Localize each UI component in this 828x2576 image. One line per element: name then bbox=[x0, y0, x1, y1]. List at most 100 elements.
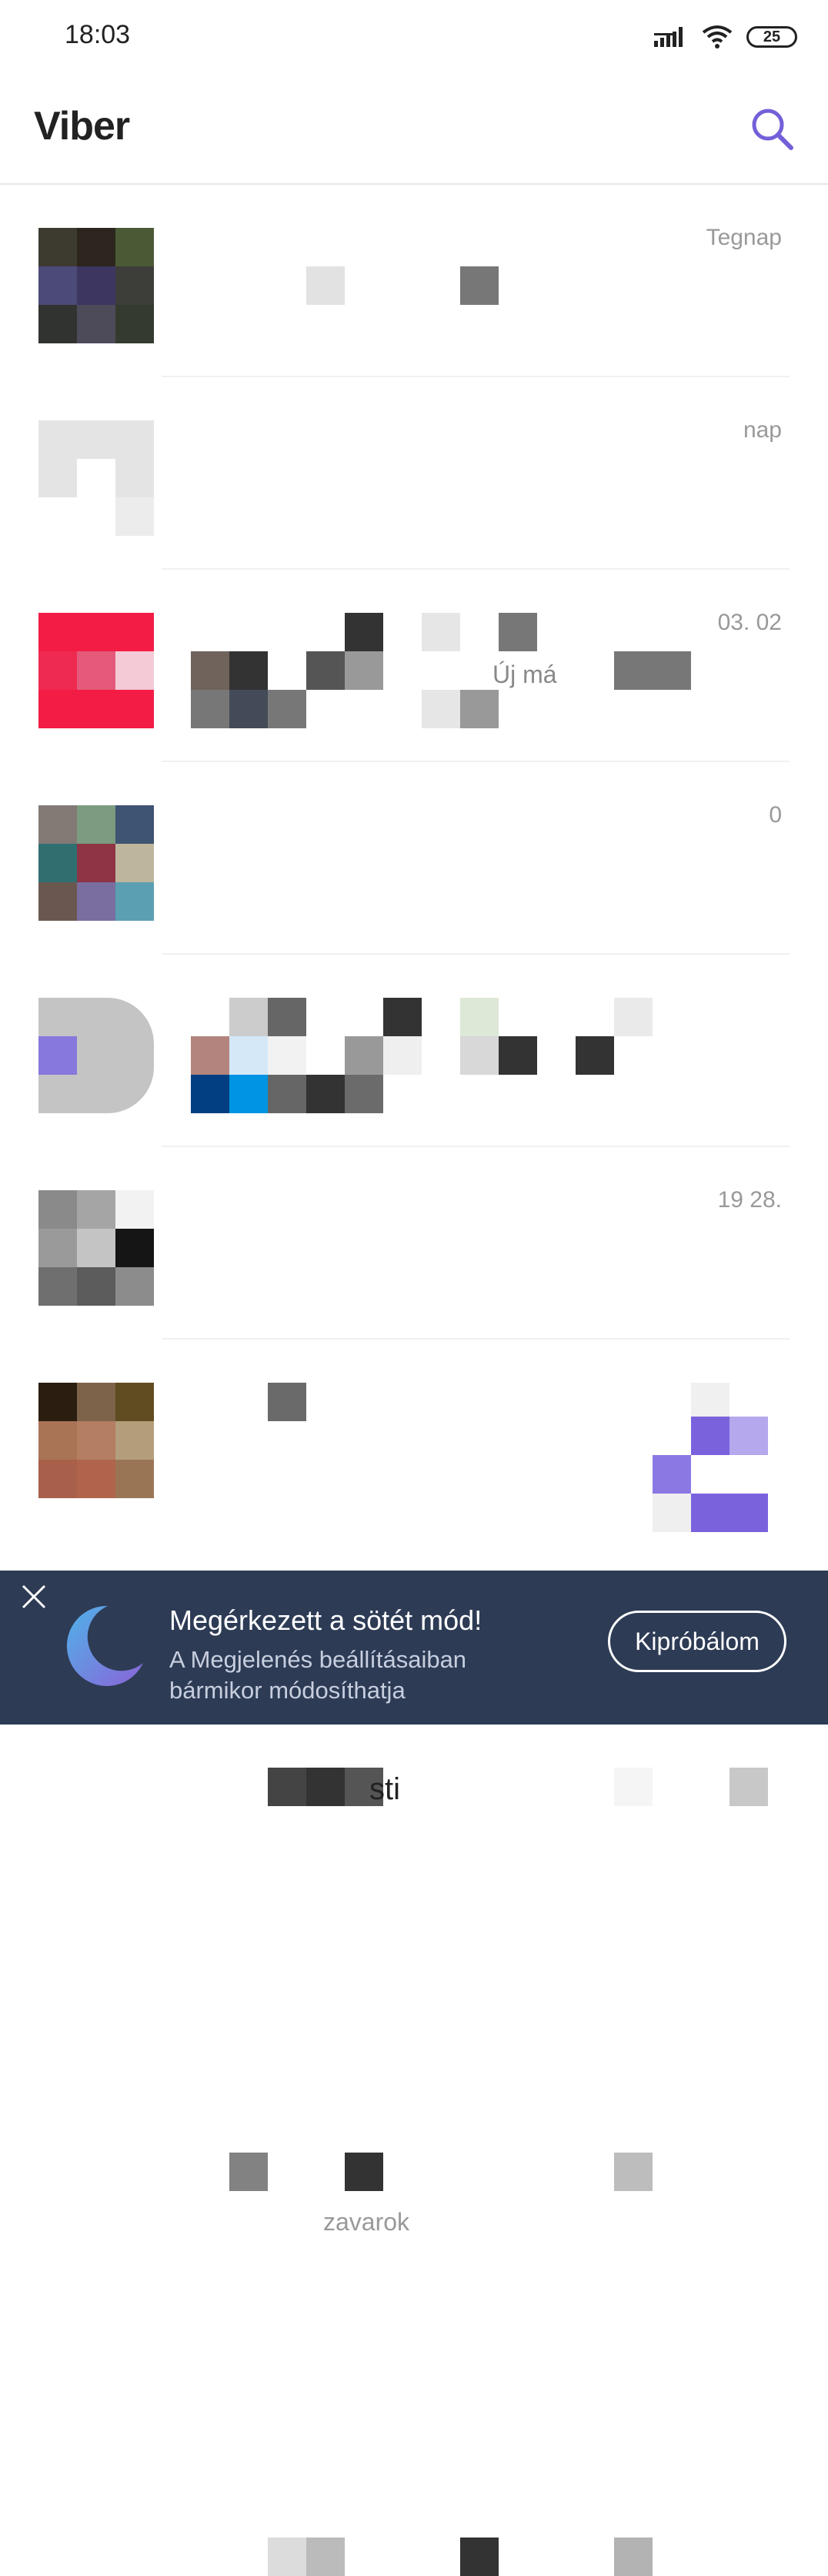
avatar-cell bbox=[115, 228, 154, 266]
chat-date: nap bbox=[743, 417, 782, 443]
redacted-block bbox=[306, 1768, 345, 1806]
avatar-cell bbox=[115, 1267, 154, 1306]
avatar-cell bbox=[38, 459, 77, 497]
dark-mode-banner: Megérkezett a sötét mód! A Megjelenés be… bbox=[0, 1571, 828, 1725]
chat-row[interactable]: 0 bbox=[0, 762, 828, 1421]
avatar-cell bbox=[77, 1075, 115, 1113]
redacted-block bbox=[460, 266, 499, 305]
try-button[interactable]: Kipróbálom bbox=[608, 1611, 786, 1672]
chat-row[interactable]: zavarok 19 28. bbox=[0, 1147, 828, 2236]
avatar-cell bbox=[77, 613, 115, 651]
redacted-block bbox=[614, 2153, 653, 2191]
avatar-cell bbox=[38, 805, 77, 844]
avatar-cell bbox=[77, 266, 115, 305]
avatar-cell bbox=[38, 690, 77, 728]
avatar-cell bbox=[115, 459, 154, 497]
avatar bbox=[38, 805, 154, 921]
avatar-cell bbox=[77, 651, 115, 690]
avatar-cell bbox=[77, 1421, 115, 1460]
avatar-cell bbox=[77, 1229, 115, 1267]
avatar-cell bbox=[115, 844, 154, 882]
app-title: Viber bbox=[34, 104, 130, 149]
redacted-block bbox=[229, 2153, 268, 2191]
avatar-cell bbox=[38, 228, 77, 266]
avatar-cell bbox=[77, 690, 115, 728]
avatar-cell bbox=[38, 266, 77, 305]
avatar-cell bbox=[115, 1229, 154, 1267]
redacted-block bbox=[268, 2538, 306, 2576]
avatar-cell bbox=[38, 1383, 77, 1421]
avatar-cell bbox=[77, 459, 115, 497]
close-icon[interactable] bbox=[18, 1581, 49, 1612]
compose-button[interactable] bbox=[653, 1417, 768, 1532]
avatar-cell bbox=[38, 844, 77, 882]
avatar-cell bbox=[115, 805, 154, 844]
avatar bbox=[38, 998, 154, 1113]
avatar-cell bbox=[38, 1036, 77, 1075]
avatar-cell bbox=[77, 844, 115, 882]
status-time: 18:03 bbox=[65, 20, 131, 49]
chat-date: 19 28. bbox=[717, 1187, 782, 1213]
avatar-cell bbox=[38, 420, 77, 459]
avatar-cell bbox=[77, 305, 115, 343]
redacted-block bbox=[306, 2538, 345, 2576]
redacted-block bbox=[345, 2153, 383, 2191]
avatar-cell bbox=[38, 1267, 77, 1306]
avatar-cell bbox=[77, 1267, 115, 1306]
avatar-cell bbox=[115, 420, 154, 459]
avatar bbox=[38, 1190, 154, 1306]
app-bar: Viber bbox=[0, 74, 828, 185]
avatar-cell bbox=[115, 613, 154, 651]
redacted-block bbox=[460, 2538, 499, 2576]
status-bar: 18:03 25 bbox=[0, 0, 828, 74]
avatar-cell bbox=[38, 1460, 77, 1498]
chat-row[interactable]: Új má nap bbox=[0, 377, 828, 728]
wifi-icon bbox=[702, 25, 733, 49]
avatar-cell bbox=[38, 497, 77, 536]
chat-row[interactable]: sti bbox=[0, 955, 828, 1806]
avatar-cell bbox=[115, 1075, 154, 1113]
avatar-cell bbox=[115, 1383, 154, 1421]
avatar-cell bbox=[38, 1229, 77, 1267]
avatar bbox=[38, 228, 154, 343]
avatar-cell bbox=[115, 690, 154, 728]
avatar-cell bbox=[38, 1421, 77, 1460]
avatar-cell bbox=[38, 998, 77, 1036]
avatar bbox=[38, 613, 154, 728]
avatar-cell bbox=[115, 1190, 154, 1229]
avatar-cell bbox=[115, 998, 154, 1036]
avatar-cell bbox=[38, 613, 77, 651]
avatar-cell bbox=[77, 882, 115, 921]
avatar-cell bbox=[38, 1190, 77, 1229]
avatar-cell bbox=[77, 1383, 115, 1421]
search-icon[interactable] bbox=[748, 105, 796, 152]
avatar-cell bbox=[115, 651, 154, 690]
avatar-cell bbox=[77, 1036, 115, 1075]
chat-date: 0 bbox=[769, 802, 782, 828]
battery-icon: 25 bbox=[746, 26, 797, 48]
chat-row[interactable]: 03. 02 bbox=[0, 570, 828, 1113]
banner-subtitle: A Megjelenés beállításaiban bármikor mód… bbox=[169, 1646, 467, 1704]
avatar-cell bbox=[115, 1036, 154, 1075]
avatar-cell bbox=[77, 805, 115, 844]
redacted-block bbox=[730, 1768, 768, 1806]
signal-icon bbox=[654, 27, 683, 47]
avatar bbox=[38, 420, 154, 536]
chat-date: 03. 02 bbox=[717, 610, 782, 635]
avatar-cell bbox=[77, 1190, 115, 1229]
chat-row[interactable]: Tegnap bbox=[0, 185, 828, 377]
avatar-cell bbox=[77, 228, 115, 266]
avatar-cell bbox=[38, 305, 77, 343]
chat-date: Tegnap bbox=[706, 225, 782, 250]
moon-icon bbox=[66, 1605, 143, 1686]
avatar-cell bbox=[115, 882, 154, 921]
battery-level: 25 bbox=[763, 28, 781, 45]
avatar-cell bbox=[115, 266, 154, 305]
avatar-cell bbox=[115, 1421, 154, 1460]
redacted-block bbox=[614, 2538, 653, 2576]
avatar-cell bbox=[115, 305, 154, 343]
avatar-cell bbox=[115, 1460, 154, 1498]
avatar-cell bbox=[77, 497, 115, 536]
avatar-cell bbox=[38, 882, 77, 921]
avatar bbox=[38, 1383, 154, 1498]
